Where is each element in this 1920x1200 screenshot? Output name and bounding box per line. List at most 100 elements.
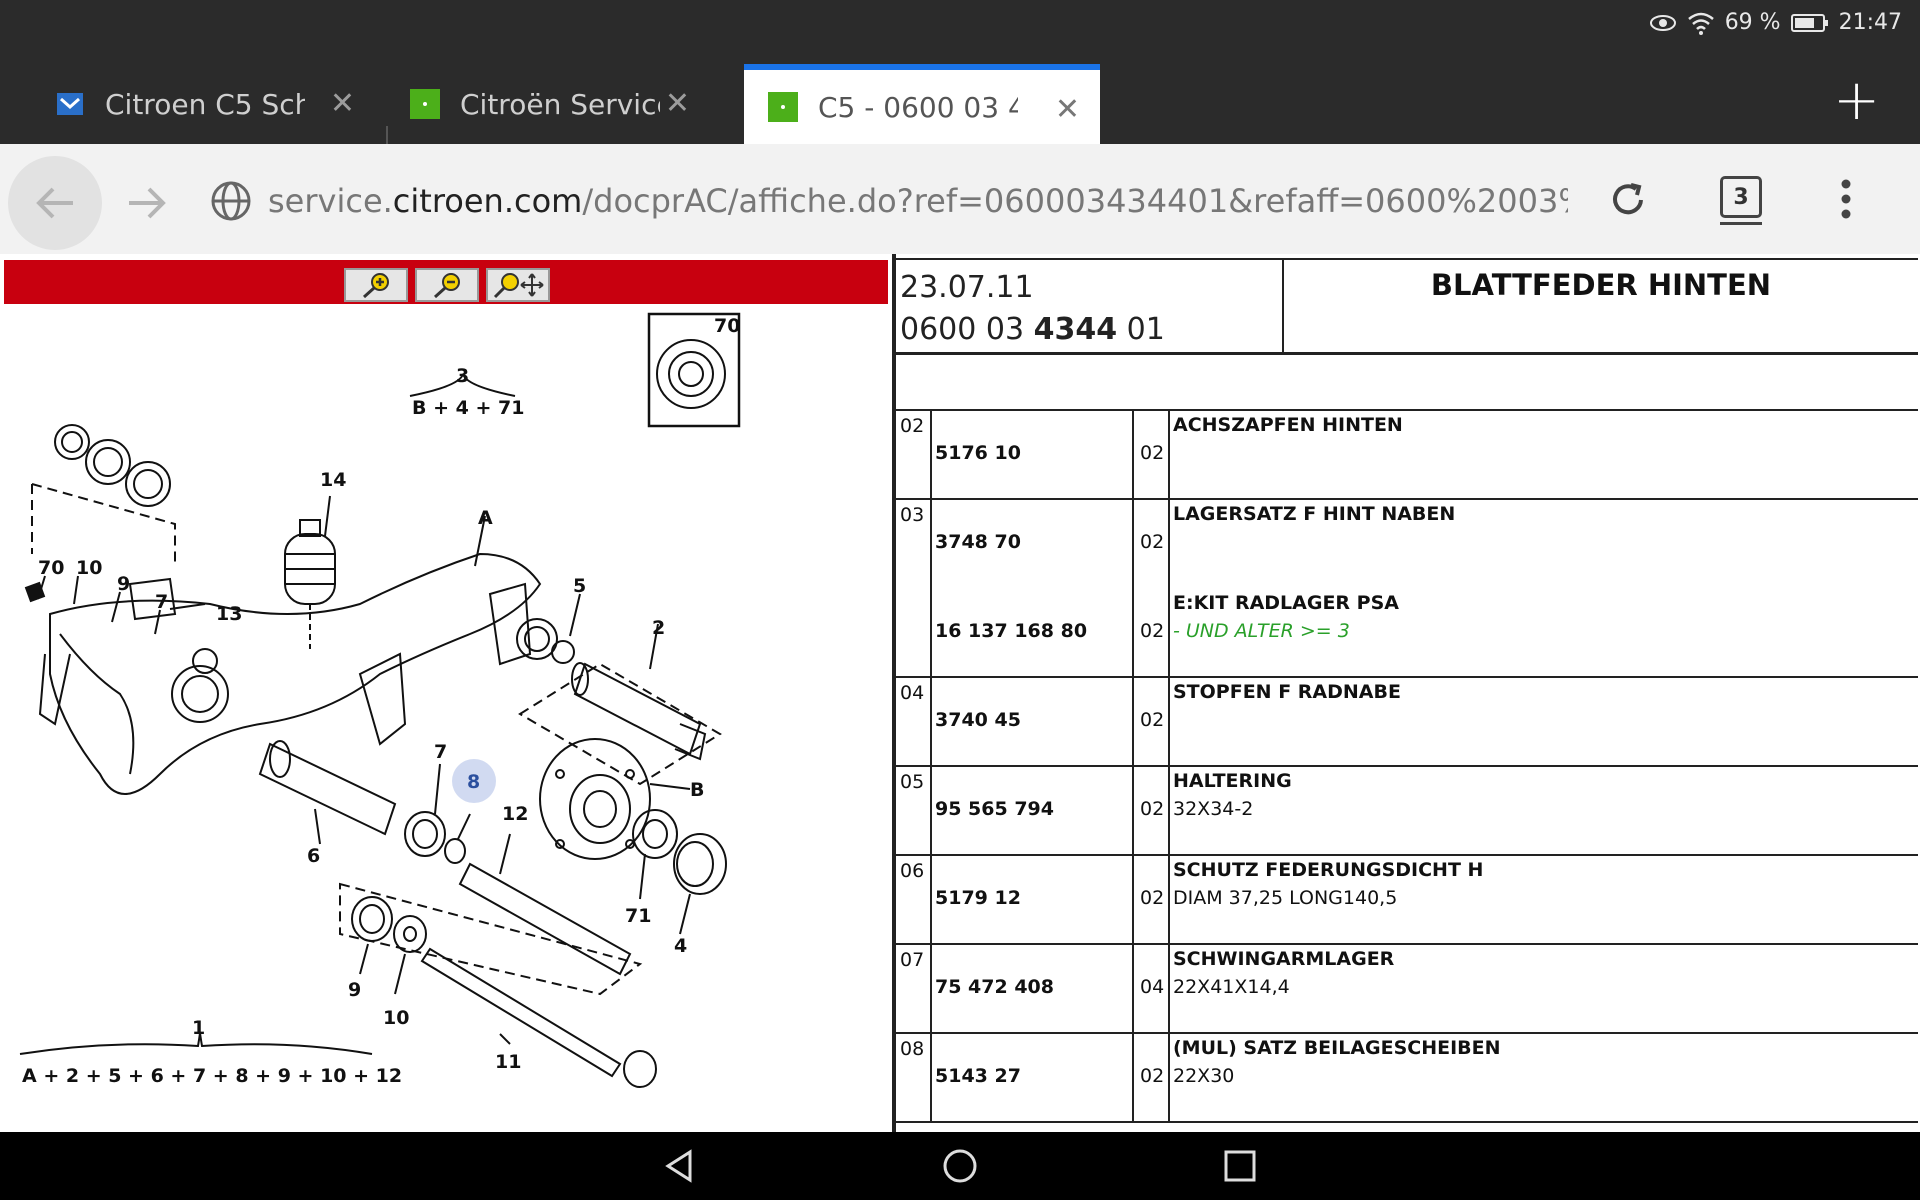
position-number: 06	[900, 860, 925, 882]
position-number: 02	[900, 415, 925, 437]
column-divider	[1132, 500, 1134, 676]
part-number: 3748 70	[935, 531, 1021, 553]
callout-label: A	[478, 507, 493, 529]
column-divider	[1168, 767, 1170, 854]
reload-icon[interactable]	[1608, 180, 1648, 220]
eye-icon	[1649, 14, 1676, 31]
table-row[interactable]: 05 95 565 794 02 HALTERING 32X34-2	[896, 767, 1918, 856]
tab-c5-part[interactable]: C5 - 0600 03 4344 01 ✕	[744, 64, 1100, 144]
table-row[interactable]: 06 5179 12 02 SCHUTZ FEDERUNGSDICHT H DIAM 3…	[896, 856, 1918, 945]
forward-icon[interactable]	[100, 156, 194, 250]
globe-icon[interactable]	[210, 180, 252, 222]
callout-label: 70	[714, 315, 740, 337]
callout-label: 70	[38, 557, 64, 579]
address-bar: service.citroen.com/docprAC/affiche.do?r…	[0, 144, 1920, 255]
column-divider	[1168, 856, 1170, 943]
close-icon[interactable]: ✕	[1055, 92, 1080, 127]
page-content: 70 10 9 7 3 B + 4 + 71 70 14 A 13 5 2 7 …	[0, 254, 1920, 1132]
menu-icon[interactable]	[1840, 178, 1852, 220]
column-divider	[930, 411, 932, 498]
quantity: 02	[1140, 709, 1165, 731]
part-detail: DIAM 37,25 LONG140,5	[1173, 887, 1398, 909]
position-number: 08	[900, 1038, 925, 1060]
callout-label: 1	[192, 1017, 205, 1039]
column-divider	[930, 767, 932, 854]
tab-switcher-underline	[1720, 222, 1762, 225]
part-name: SCHWINGARMLAGER	[1173, 948, 1395, 970]
parts-table-pane: 23.07.11 0600 03 4344 01 BLATTFEDER HINT…	[896, 254, 1920, 1132]
column-divider	[930, 856, 932, 943]
table-row[interactable]: 08 5143 27 02 (MUL) SATZ BEILAGESCHEIBEN 22X…	[896, 1034, 1918, 1123]
column-divider	[930, 945, 932, 1032]
column-divider	[1168, 945, 1170, 1032]
part-name: E:KIT RADLAGER PSA	[1173, 592, 1399, 614]
quantity: 02	[1140, 1065, 1165, 1087]
part-number: 5176 10	[935, 442, 1021, 464]
exploded-parts-diagram[interactable]: 70 10 9 7 3 B + 4 + 71 70 14 A 13 5 2 7 …	[0, 254, 892, 1132]
column-divider	[1132, 856, 1134, 943]
tab-citroen-service-box[interactable]: Citroën Service Box ✕	[410, 64, 710, 144]
column-divider	[930, 1034, 932, 1121]
callout-label: 6	[307, 845, 320, 867]
part-number: 5179 12	[935, 887, 1021, 909]
callout-label: 7	[434, 741, 447, 763]
quantity: 02	[1140, 620, 1165, 642]
document-date: 23.07.11	[900, 270, 1034, 305]
column-divider	[1132, 1034, 1134, 1121]
column-divider	[1168, 411, 1170, 498]
part-detail: 22X41X14,4	[1173, 976, 1290, 998]
tab-title: Citroën Service Box	[460, 87, 660, 121]
callout-label: 10	[383, 1007, 409, 1029]
tab-switcher-button[interactable]: 3	[1720, 176, 1762, 218]
site-favicon-icon	[57, 93, 83, 115]
part-number: 16 137 168 80	[935, 620, 1088, 642]
column-divider	[1168, 678, 1170, 765]
part-name: (MUL) SATZ BEILAGESCHEIBEN	[1173, 1037, 1501, 1059]
battery-icon	[1790, 13, 1828, 32]
system-nav-bar	[0, 1132, 1920, 1200]
column-divider	[1132, 411, 1134, 498]
tab-title: C5 - 0600 03 4344 01	[818, 90, 1018, 124]
site-favicon-icon	[768, 92, 798, 122]
nav-home-icon[interactable]	[940, 1146, 980, 1186]
nav-back-icon[interactable]	[660, 1146, 700, 1186]
column-divider	[1168, 500, 1170, 676]
site-favicon-icon	[410, 89, 440, 119]
url-field[interactable]: service.citroen.com/docprAC/affiche.do?r…	[268, 182, 1568, 220]
tab-citroen-c5-schwinge[interactable]: Citroen C5 Schwinge ✕	[55, 64, 375, 144]
callout-label: 10	[76, 557, 102, 579]
part-name: SCHUTZ FEDERUNGSDICHT H	[1173, 859, 1484, 881]
part-number: 95 565 794	[935, 798, 1054, 820]
part-name: LAGERSATZ F HINT NABEN	[1173, 503, 1456, 525]
back-icon[interactable]	[8, 156, 102, 250]
parts-table-header: 23.07.11 0600 03 4344 01 BLATTFEDER HINT…	[896, 258, 1918, 355]
clock: 21:47	[1838, 10, 1902, 35]
column-divider	[1132, 767, 1134, 854]
position-number: 07	[900, 949, 925, 971]
callout-label: 8	[467, 771, 480, 793]
column-divider	[930, 500, 932, 676]
part-number: 75 472 408	[935, 976, 1054, 998]
position-number: 03	[900, 504, 925, 526]
plus-icon[interactable]: +	[1833, 68, 1880, 133]
position-number: 04	[900, 682, 925, 704]
table-row[interactable]: 03 3748 70 02 LAGERSATZ F HINT NABEN 16 137 …	[896, 500, 1918, 678]
column-divider	[930, 678, 932, 765]
callout-label: 4	[674, 935, 687, 957]
callout-label: 12	[502, 803, 528, 825]
table-row[interactable]: 07 75 472 408 04 SCHWINGARMLAGER 22X41X14,4	[896, 945, 1918, 1034]
callout-label: 7	[155, 591, 168, 613]
part-name: ACHSZAPFEN HINTEN	[1173, 414, 1403, 436]
document-reference: 0600 03 4344 01	[900, 312, 1165, 347]
nav-recents-icon[interactable]	[1220, 1146, 1260, 1186]
tab-title: Citroen C5 Schwinge	[105, 87, 305, 121]
close-icon[interactable]: ✕	[665, 86, 690, 121]
close-icon[interactable]: ✕	[330, 86, 355, 121]
part-name: HALTERING	[1173, 770, 1292, 792]
wifi-icon	[1687, 12, 1714, 35]
table-row[interactable]: 04 3740 45 02 STOPFEN F RADNABE	[896, 678, 1918, 767]
diagram-pane: 70 10 9 7 3 B + 4 + 71 70 14 A 13 5 2 7 …	[0, 254, 892, 1132]
callout-label: 9	[348, 979, 361, 1001]
part-number: 3740 45	[935, 709, 1021, 731]
table-row[interactable]: 02 5176 10 02 ACHSZAPFEN HINTEN	[896, 411, 1918, 500]
